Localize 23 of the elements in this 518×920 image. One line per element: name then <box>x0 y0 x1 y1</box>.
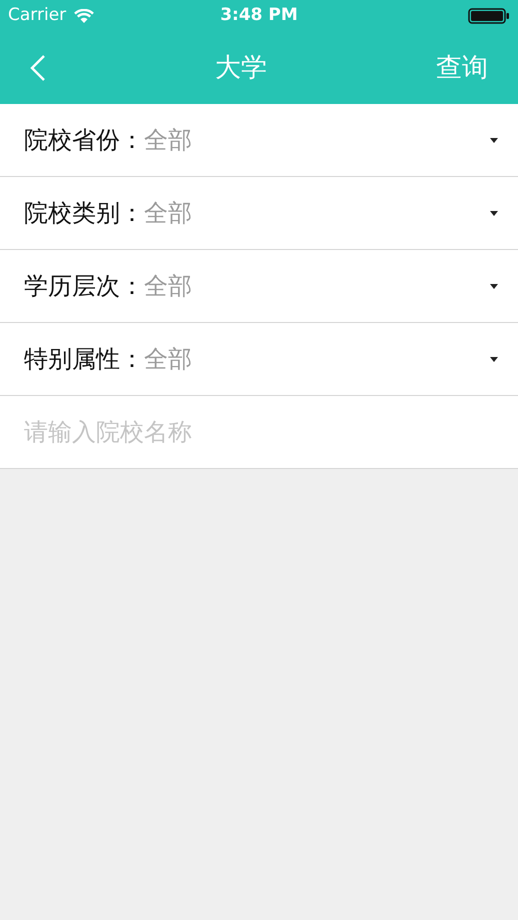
dropdown-caret-icon <box>490 284 498 288</box>
filter-row[interactable]: 学历层次：全部 <box>0 250 518 323</box>
filter-value: 全部 <box>144 271 192 302</box>
filter-row[interactable]: 院校省份：全部 <box>0 104 518 177</box>
dropdown-caret-icon <box>490 138 498 142</box>
filter-label: 特别属性： <box>24 344 144 375</box>
filter-value: 全部 <box>144 198 192 229</box>
carrier-name: Carrier <box>8 4 66 28</box>
status-time: 3:48 PM <box>220 4 298 28</box>
filter-label: 学历层次： <box>24 271 144 302</box>
filter-row[interactable]: 特别属性：全部 <box>0 323 518 396</box>
filter-value: 全部 <box>144 125 192 156</box>
filter-row[interactable]: 院校类别：全部 <box>0 177 518 250</box>
dropdown-caret-icon <box>490 356 498 362</box>
filter-label: 院校类别： <box>24 198 144 229</box>
filter-label: 院校省份： <box>24 125 144 156</box>
screen-title: 大学 <box>215 52 267 84</box>
back-icon[interactable] <box>30 55 46 81</box>
wifi-icon <box>74 8 94 24</box>
battery-icon <box>468 8 510 24</box>
filter-value: 全部 <box>144 344 192 375</box>
dropdown-caret-icon <box>490 210 498 216</box>
search-field[interactable]: 请输入院校名称 <box>0 396 518 469</box>
